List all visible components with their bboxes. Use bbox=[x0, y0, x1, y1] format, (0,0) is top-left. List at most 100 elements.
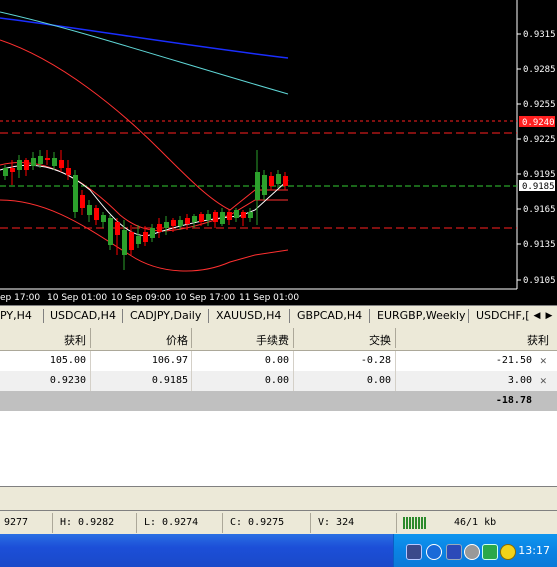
chevron-left-icon[interactable] bbox=[426, 544, 442, 560]
close-order-icon[interactable]: ✕ bbox=[540, 354, 547, 367]
candle-body bbox=[143, 232, 148, 242]
tab-cadjpy-daily[interactable]: CADJPY,Daily bbox=[130, 309, 201, 322]
header-commission[interactable]: 手续费 bbox=[191, 332, 289, 348]
candle-body bbox=[199, 214, 204, 222]
candle-body bbox=[248, 212, 253, 218]
shield-icon[interactable] bbox=[482, 544, 498, 560]
candle-body bbox=[73, 175, 78, 212]
candle-body bbox=[52, 158, 57, 166]
status-low: L: 0.9274 bbox=[144, 517, 199, 528]
tab-separator bbox=[289, 309, 290, 323]
status-separator bbox=[136, 513, 137, 533]
marker-price-label: 0.9240 bbox=[522, 118, 555, 128]
tab-separator bbox=[468, 309, 469, 323]
time-axis-labels: ep 17:00 10 Sep 01:00 10 Sep 09:00 10 Sep 1… bbox=[0, 293, 299, 303]
status-open: 9277 bbox=[4, 517, 29, 528]
table-header: 获利 价格 手续费 交换 获利 bbox=[0, 326, 557, 351]
candle-body bbox=[136, 236, 141, 244]
candle-body bbox=[129, 232, 134, 250]
keyboard-icon[interactable] bbox=[406, 544, 422, 560]
tab-py-h4[interactable]: PY,H4 bbox=[0, 309, 32, 322]
connection-bars-icon bbox=[403, 517, 427, 529]
clock[interactable]: 13:17 bbox=[518, 544, 550, 557]
candle-body bbox=[157, 224, 162, 232]
tab-separator bbox=[208, 309, 209, 323]
candle-body bbox=[3, 168, 8, 176]
system-tray: 13:17 bbox=[393, 534, 557, 567]
status-high: H: 0.9282 bbox=[60, 517, 115, 528]
speaker-icon[interactable] bbox=[464, 544, 480, 560]
candle-body bbox=[276, 174, 281, 184]
candle-body bbox=[171, 220, 176, 226]
close-order-icon[interactable]: ✕ bbox=[540, 374, 547, 387]
candle-body bbox=[87, 205, 92, 215]
tab-scroll-left-icon[interactable]: ◀ bbox=[531, 309, 543, 323]
header-profit-total[interactable]: 获利 bbox=[395, 332, 549, 348]
tab-eurgbp-weekly[interactable]: EURGBP,Weekly bbox=[377, 309, 466, 322]
plus-icon[interactable] bbox=[500, 544, 516, 560]
price-label: 0.9255 bbox=[523, 100, 556, 110]
status-bar: 9277 H: 0.9282 L: 0.9274 C: 0.9275 V: 32… bbox=[0, 510, 557, 535]
chart-canvas[interactable]: 0.9315 0.9285 0.9255 0.9225 0.9195 0.9165 0.91… bbox=[0, 0, 557, 305]
row-cell: 0.00 bbox=[264, 355, 289, 366]
table-row[interactable]: 0.9230 0.9185 0.00 0.00 3.00 ✕ bbox=[0, 371, 557, 391]
candle-body bbox=[241, 212, 246, 218]
candle-body bbox=[59, 160, 64, 168]
price-label: 0.9135 bbox=[523, 240, 556, 250]
taskbar: 13:17 bbox=[0, 534, 557, 567]
row-cell: -0.28 bbox=[360, 355, 391, 366]
tab-usdchf[interactable]: USDCHF,[ bbox=[476, 309, 530, 322]
status-separator bbox=[222, 513, 223, 533]
row-cell: 0.00 bbox=[264, 375, 289, 386]
candle-body bbox=[31, 158, 36, 166]
chart-tabs: PY,H4 USDCAD,H4 CADJPY,Daily XAUUSD,H4 G… bbox=[0, 305, 557, 327]
price-label: 0.9165 bbox=[523, 205, 556, 215]
price-label: 0.9195 bbox=[523, 170, 556, 180]
tab-usdcad-h4[interactable]: USDCAD,H4 bbox=[50, 309, 116, 322]
price-chart[interactable]: 0.9315 0.9285 0.9255 0.9225 0.9195 0.9165 0.91… bbox=[0, 0, 557, 305]
status-separator bbox=[52, 513, 53, 533]
candle-body bbox=[262, 175, 267, 195]
price-label: 0.9285 bbox=[523, 65, 556, 75]
candle-body bbox=[227, 212, 232, 220]
time-label: 10 Sep 17:00 bbox=[175, 293, 235, 303]
candle-body bbox=[192, 216, 197, 222]
header-swap[interactable]: 交换 bbox=[293, 332, 391, 348]
price-label: 0.9315 bbox=[523, 30, 556, 40]
candle-body bbox=[94, 208, 99, 220]
status-separator bbox=[310, 513, 311, 533]
candle-body bbox=[220, 212, 225, 224]
time-label: 10 Sep 01:00 bbox=[47, 293, 107, 303]
candle-body bbox=[45, 158, 50, 160]
current-price-label: 0.9185 bbox=[522, 182, 555, 192]
tab-separator bbox=[122, 309, 123, 323]
terminal-panel: 获利 价格 手续费 交换 获利 105.00 106.97 0.00 -0.28… bbox=[0, 326, 557, 486]
status-close: C: 0.9275 bbox=[230, 517, 285, 528]
tab-separator bbox=[369, 309, 370, 323]
candle-body bbox=[66, 168, 71, 175]
row-cell: 0.9185 bbox=[151, 375, 188, 386]
candle-body bbox=[269, 176, 274, 186]
candle-body bbox=[80, 195, 85, 208]
row-cell: 106.97 bbox=[151, 355, 188, 366]
candle-body bbox=[283, 176, 288, 186]
table-row[interactable]: 105.00 106.97 0.00 -0.28 -21.50 ✕ bbox=[0, 351, 557, 371]
candle-body bbox=[255, 172, 260, 200]
tab-scroll-right-icon[interactable]: ▶ bbox=[543, 309, 555, 323]
row-cell: 0.00 bbox=[366, 375, 391, 386]
candle-body bbox=[164, 222, 169, 228]
status-volume: V: 324 bbox=[318, 517, 355, 528]
candle-body bbox=[101, 215, 106, 222]
candle-body bbox=[38, 156, 43, 164]
header-profit[interactable]: 获利 bbox=[0, 332, 86, 348]
candle-body bbox=[115, 222, 120, 235]
candle-body bbox=[122, 230, 127, 255]
time-label: 10 Sep 09:00 bbox=[111, 293, 171, 303]
row-cell: 105.00 bbox=[49, 355, 86, 366]
tab-xauusd-h4[interactable]: XAUUSD,H4 bbox=[216, 309, 281, 322]
header-price[interactable]: 价格 bbox=[90, 332, 188, 348]
status-traffic: 46/1 kb bbox=[454, 517, 497, 528]
horizontal-scrollbar[interactable] bbox=[0, 486, 557, 509]
tab-gbpcad-h4[interactable]: GBPCAD,H4 bbox=[297, 309, 362, 322]
device-icon[interactable] bbox=[446, 544, 462, 560]
